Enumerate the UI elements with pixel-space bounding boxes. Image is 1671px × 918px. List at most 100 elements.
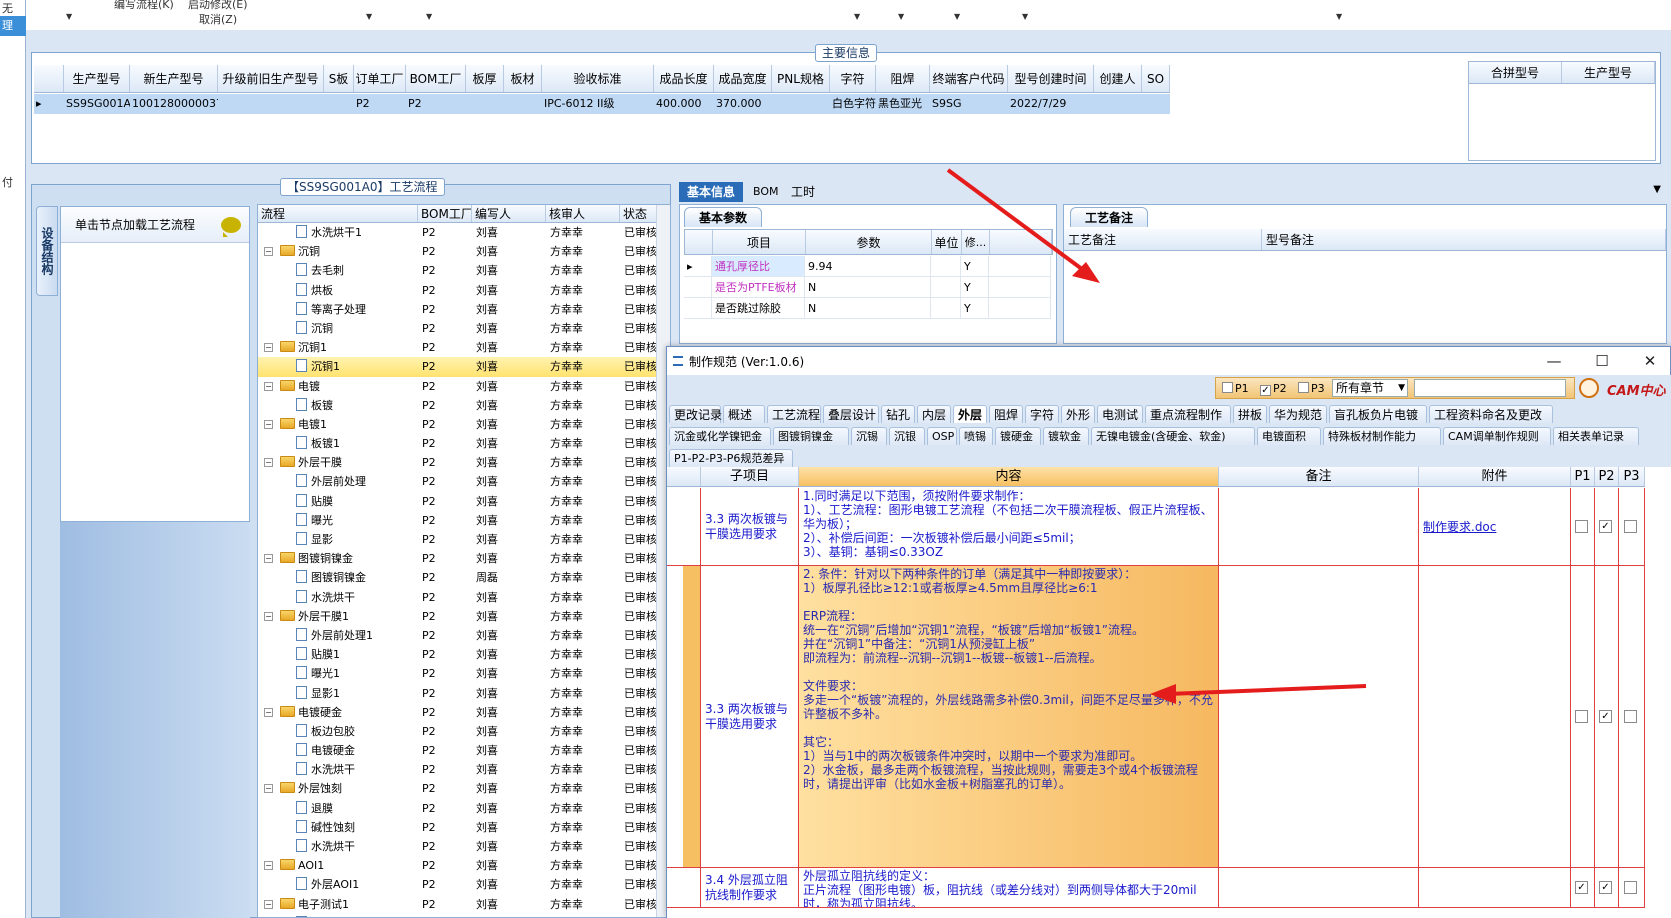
- collapse-toggle-icon[interactable]: −: [264, 554, 273, 564]
- chapter-tab[interactable]: 相关表单记录: [1553, 427, 1639, 445]
- spec-row[interactable]: 3.3 两次板镀与干膜选用要求 2. 条件：针对以下两种条件的订单（满足其中一种即…: [667, 566, 1645, 868]
- chapter-tab[interactable]: 拼板: [1233, 405, 1267, 423]
- chapter-tab[interactable]: 电镀面积: [1257, 427, 1321, 445]
- chapter-tab[interactable]: 镀硬金: [995, 427, 1041, 445]
- tree-row[interactable]: − 外层干膜1 P2 刘喜 方幸幸 已审核: [258, 607, 670, 626]
- menu-cancel[interactable]: 取消(Z): [199, 11, 237, 27]
- chapter-tab[interactable]: 镀软金: [1043, 427, 1089, 445]
- tab-process-remarks[interactable]: 工艺备注: [1070, 207, 1149, 227]
- maximize-button[interactable]: ☐: [1582, 349, 1622, 373]
- collapse-toggle-icon[interactable]: −: [264, 899, 273, 909]
- chapter-tab[interactable]: 字符: [1025, 405, 1059, 423]
- tree-row[interactable]: − 外层干膜 P2 刘喜 方幸幸 已审核: [258, 453, 670, 472]
- tree-row[interactable]: 板镀1 P2 刘喜 方幸幸 已审核: [258, 434, 670, 453]
- spec-p3-checkbox[interactable]: [1624, 881, 1637, 894]
- chevron-down-icon[interactable]: ▼: [854, 12, 860, 21]
- chapter-tab[interactable]: 叠层设计: [823, 405, 879, 423]
- tab-basic-info[interactable]: 基本信息: [679, 182, 744, 202]
- tree-row[interactable]: 外层前处理 P2 刘喜 方幸幸 已审核: [258, 472, 670, 491]
- tree-row[interactable]: 等离子处理 P2 刘喜 方幸幸 已审核: [258, 300, 670, 319]
- tree-row[interactable]: − 沉铜 P2 刘喜 方幸幸 已审核: [258, 242, 670, 261]
- row-selector[interactable]: [683, 868, 701, 907]
- p3-checkbox[interactable]: [1298, 382, 1309, 393]
- spec-p2-checkbox[interactable]: ✓: [1599, 520, 1612, 533]
- collapse-toggle-icon[interactable]: −: [264, 707, 273, 717]
- close-button[interactable]: ✕: [1630, 349, 1670, 373]
- tree-row[interactable]: 去毛刺 P2 刘喜 方幸幸 已审核: [258, 261, 670, 280]
- collapse-toggle-icon[interactable]: −: [264, 343, 273, 353]
- chapter-tab[interactable]: 华为规范: [1269, 405, 1327, 423]
- chapter-tab[interactable]: P1-P2-P3-P6规范差异: [669, 449, 793, 467]
- basic-param-row[interactable]: 是否为PTFE板材 N Y: [684, 277, 1051, 298]
- menu-edit-flow[interactable]: 编写流程(K): [114, 0, 174, 12]
- row-selector[interactable]: ▸: [34, 94, 64, 114]
- spec-p3-checkbox[interactable]: [1624, 520, 1637, 533]
- chapter-tab[interactable]: 沉锡: [851, 427, 887, 445]
- tree-row[interactable]: 碱性蚀刻 P2 刘喜 方幸幸 已审核: [258, 818, 670, 837]
- chevron-down-icon[interactable]: ▼: [1398, 380, 1405, 396]
- spec-p2-checkbox[interactable]: ✓: [1599, 710, 1612, 723]
- tree-row[interactable]: − 沉铜1 P2 刘喜 方幸幸 已审核: [258, 338, 670, 357]
- tree-row[interactable]: 水洗烘干 P2 刘喜 方幸幸 已审核: [258, 588, 670, 607]
- tab-work-hours[interactable]: 工时: [783, 182, 823, 202]
- chapter-tab[interactable]: 工程资料命名及更改: [1429, 405, 1553, 423]
- row-selector[interactable]: [683, 488, 701, 565]
- tree-row[interactable]: − 电镀 P2 刘喜 方幸幸 已审核: [258, 377, 670, 396]
- chapter-tab[interactable]: 更改记录: [669, 405, 722, 423]
- tree-row[interactable]: 退膜 P2 刘喜 方幸幸 已审核: [258, 799, 670, 818]
- basic-param-row[interactable]: ▸ 通孔厚径比 9.94 Y: [684, 256, 1051, 277]
- row-selector[interactable]: ▸: [684, 256, 712, 276]
- tree-row[interactable]: 电镀硬金 P2 刘喜 方幸幸 已审核: [258, 741, 670, 760]
- tree-row[interactable]: − AOI1 P2 刘喜 方幸幸 已审核: [258, 856, 670, 875]
- chapter-select[interactable]: 所有章节 ▼: [1332, 379, 1408, 397]
- chapter-tab[interactable]: 盲孔板负片电镀: [1329, 405, 1427, 423]
- spec-p3-checkbox[interactable]: [1624, 710, 1637, 723]
- search-input[interactable]: [1414, 379, 1566, 397]
- side-tab-device-structure[interactable]: 设备结构: [36, 206, 58, 296]
- tree-row[interactable]: 曝光 P2 刘喜 方幸幸 已审核: [258, 511, 670, 530]
- tree-row[interactable]: 板边包胶 P2 刘喜 方幸幸 已审核: [258, 722, 670, 741]
- main-info-row[interactable]: ▸SS9SG001A010012800000374 P2 P2 IPC-6012 II…: [34, 94, 1170, 114]
- chapter-tab[interactable]: 概述: [723, 405, 765, 423]
- collapse-toggle-icon[interactable]: −: [264, 611, 273, 621]
- row-selector[interactable]: [683, 566, 701, 867]
- chapter-tab[interactable]: 沉金或化学镍钯金: [669, 427, 771, 445]
- spec-row[interactable]: 3.4 外层孤立阻抗线制作要求 外层孤立阻抗线的定义： 正片流程（图形电镀）板，阻…: [667, 868, 1645, 908]
- tree-row[interactable]: 曝光1 P2 刘喜 方幸幸 已审核: [258, 664, 670, 683]
- chapter-tab[interactable]: 内层: [917, 405, 951, 423]
- tree-row[interactable]: 贴膜1 P2 刘喜 方幸幸 已审核: [258, 645, 670, 664]
- tree-row[interactable]: 显影1 P2 刘喜 方幸幸 已审核: [258, 684, 670, 703]
- tree-row[interactable]: 板镀 P2 刘喜 方幸幸 已审核: [258, 396, 670, 415]
- chapter-tab[interactable]: 工艺流程: [767, 405, 821, 423]
- chevron-down-icon[interactable]: ▼: [1336, 12, 1342, 21]
- chapter-tab[interactable]: 电测试: [1097, 405, 1143, 423]
- chapter-tab[interactable]: 阻焊: [989, 405, 1023, 423]
- tree-row[interactable]: 水洗烘干 P2 刘喜 方幸幸 已审核: [258, 837, 670, 856]
- basic-param-row[interactable]: 是否跳过除胶 N Y: [684, 298, 1051, 319]
- tree-row[interactable]: 显影 P2 刘喜 方幸幸 已审核: [258, 530, 670, 549]
- collapse-toggle-icon[interactable]: −: [264, 458, 273, 468]
- spec-p1-checkbox[interactable]: [1575, 710, 1588, 723]
- tree-row[interactable]: 图镀铜镍金 P2 周磊 方幸幸 已审核: [258, 568, 670, 587]
- attachment-link[interactable]: 制作要求.doc: [1423, 518, 1496, 535]
- tree-row[interactable]: − 外层蚀刻 P2 刘喜 方幸幸 已审核: [258, 779, 670, 798]
- tree-row[interactable]: 水洗烘干 P2 刘喜 方幸幸 已审核: [258, 760, 670, 779]
- tree-row[interactable]: 沉铜 P2 刘喜 方幸幸 已审核: [258, 319, 670, 338]
- chapter-tab[interactable]: 无镍电镀金(含硬金、软金): [1091, 427, 1255, 445]
- chevron-down-icon[interactable]: ▼: [1653, 184, 1661, 195]
- minimize-button[interactable]: —: [1534, 349, 1574, 373]
- chapter-tab[interactable]: 外层: [953, 405, 987, 423]
- collapse-toggle-icon[interactable]: −: [264, 861, 273, 871]
- spec-p2-checkbox[interactable]: ✓: [1599, 881, 1612, 894]
- p1-checkbox[interactable]: [1222, 382, 1233, 393]
- tree-row[interactable]: − 电镀1 P2 刘喜 方幸幸 已审核: [258, 415, 670, 434]
- dialog-titlebar[interactable]: 制作规范 (Ver:1.0.6) — ☐ ✕: [667, 347, 1670, 375]
- p2-checkbox[interactable]: ✓: [1260, 385, 1271, 396]
- tree-row[interactable]: − 电镀硬金 P2 刘喜 方幸幸 已审核: [258, 703, 670, 722]
- chapter-tab[interactable]: 图镀铜镍金: [773, 427, 849, 445]
- row-selector[interactable]: [684, 277, 712, 297]
- chapter-tab[interactable]: OSP: [927, 427, 957, 445]
- spec-p1-checkbox[interactable]: [1575, 520, 1588, 533]
- left-nav-selected[interactable]: 理: [0, 16, 26, 36]
- chevron-down-icon[interactable]: ▼: [954, 12, 960, 21]
